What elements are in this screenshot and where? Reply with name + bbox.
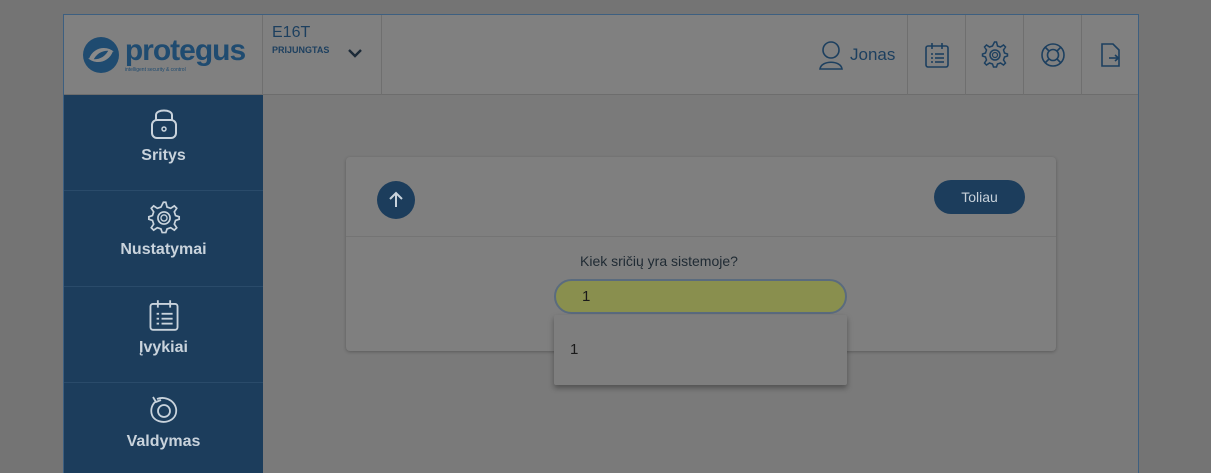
lifebuoy-icon [1040, 43, 1065, 67]
chevron-down-icon[interactable] [347, 47, 363, 59]
sidebar-item-settings[interactable]: Nustatymai [64, 191, 263, 287]
user-name: Jonas [850, 45, 896, 64]
header-settings-button[interactable] [966, 15, 1024, 95]
top-header: protegus intelligent security & control … [64, 15, 1138, 95]
back-up-button[interactable] [377, 181, 415, 219]
sidebar-item-label: Įvykiai [139, 339, 188, 356]
area-count-dropdown: 1 [554, 315, 847, 385]
header-help-button[interactable] [1024, 15, 1082, 95]
user-icon [819, 41, 843, 70]
area-count-value: 1 [582, 288, 591, 305]
logo-area[interactable]: protegus intelligent security & control [64, 15, 263, 95]
brand-tagline: intelligent security & control [124, 67, 186, 73]
header-events-button[interactable] [908, 15, 966, 95]
user-menu[interactable]: Jonas [812, 15, 908, 95]
next-button[interactable]: Toliau [934, 180, 1025, 214]
sidebar-item-areas[interactable]: Sritys [64, 95, 263, 191]
calendar-icon [924, 43, 949, 68]
device-selector[interactable]: E16T PRIJUNGTAS [263, 15, 382, 95]
app-window: protegus intelligent security & control … [63, 14, 1139, 473]
header-logout-button[interactable] [1082, 15, 1138, 95]
sidebar-item-events[interactable]: Įvykiai [64, 287, 263, 383]
protegus-logo: protegus intelligent security & control [81, 34, 246, 75]
gear-icon [981, 41, 1008, 68]
wizard-card-header: Toliau [346, 157, 1056, 237]
sidebar-item-label: Valdymas [126, 433, 201, 450]
calendar-icon [149, 300, 178, 331]
sidebar-item-label: Sritys [141, 147, 186, 164]
sidebar-item-control[interactable]: Valdymas [64, 383, 263, 473]
device-name: E16T [272, 24, 311, 41]
sidebar-item-label: Nustatymai [120, 241, 207, 258]
logout-icon [1101, 43, 1120, 67]
rotate-icon [149, 396, 177, 423]
area-count-question: Kiek sričių yra sistemoje? [580, 253, 738, 269]
gear-icon [147, 201, 180, 234]
arrow-up-icon [389, 191, 403, 207]
logo-swirl-icon [82, 37, 119, 73]
area-count-select[interactable]: 1 [554, 279, 847, 314]
device-status: PRIJUNGTAS [272, 45, 330, 55]
brand-name: protegus [124, 34, 246, 67]
lock-icon [150, 109, 177, 139]
dropdown-option[interactable]: 1 [570, 341, 578, 358]
sidebar: Sritys Nustatymai Įvykiai Valdymas [64, 95, 263, 473]
